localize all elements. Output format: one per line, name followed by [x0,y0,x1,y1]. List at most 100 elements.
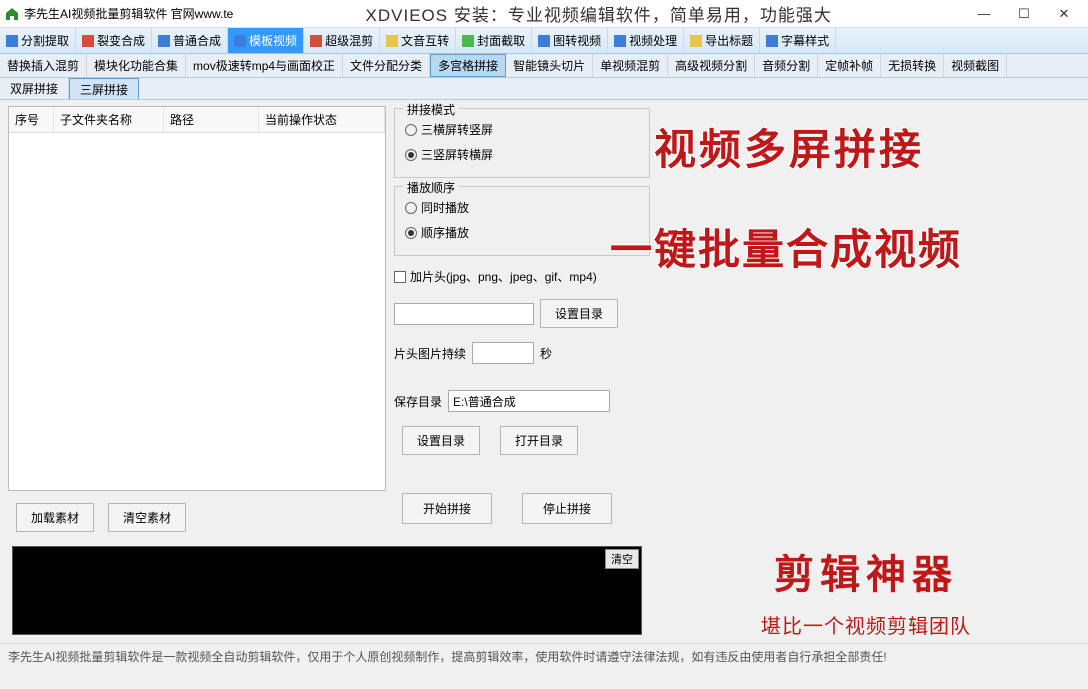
tb-label: 模板视频 [249,32,297,49]
col-status: 当前操作状态 [259,107,385,132]
left-pane: 序号 子文件夹名称 路径 当前操作状态 加载素材 清空素材 [8,106,386,538]
tb-text-audio[interactable]: 文音互转 [380,28,456,53]
tb2-multi-grid[interactable]: 多宫格拼接 [430,54,506,77]
header-dir-input[interactable] [394,303,534,325]
promo-line-3: 剪辑神器 [774,542,958,600]
tb-split-extract[interactable]: 分割提取 [0,28,76,53]
tb-export-title[interactable]: 导出标题 [684,28,760,53]
options-panel: 拼接模式 三横屏转竖屏 三竖屏转横屏 播放顺序 同时播放 顺序播放 加 [394,106,650,538]
tb2-smart-lens[interactable]: 智能镜头切片 [506,54,593,77]
secondary-toolbar: 替换插入混剪 模块化功能合集 mov极速转mp4与画面校正 文件分配分类 多宫格… [0,54,1088,78]
tb2-mov-mp4[interactable]: mov极速转mp4与画面校正 [186,54,343,77]
clear-material-button[interactable]: 清空素材 [108,503,186,532]
tb2-module-collection[interactable]: 模块化功能合集 [87,54,186,77]
tb2-screenshot[interactable]: 视频截图 [944,54,1007,77]
tb-label: 裂变合成 [97,32,145,49]
tb-label: 分割提取 [21,32,69,49]
tb-super-mix[interactable]: 超级混剪 [304,28,380,53]
close-button[interactable]: ✕ [1044,0,1084,28]
tb2-lossless[interactable]: 无损转换 [881,54,944,77]
image-icon [538,35,550,47]
tb2-audio-split[interactable]: 音频分割 [755,54,818,77]
main-toolbar: 分割提取 裂变合成 普通合成 模板视频 超级混剪 文音互转 封面截取 图转视频 … [0,28,1088,54]
text-icon [386,35,398,47]
radio-icon [405,124,417,136]
maximize-button[interactable]: ☐ [1004,0,1044,28]
app-icon [4,6,20,22]
start-stitch-button[interactable]: 开始拼接 [402,493,492,524]
tb-image-to-video[interactable]: 图转视频 [532,28,608,53]
duration-input[interactable] [472,342,534,364]
clear-log-button[interactable]: 清空 [605,549,639,569]
play-icon [158,35,170,47]
tb-cover-crop[interactable]: 封面截取 [456,28,532,53]
group-title: 播放顺序 [403,179,459,196]
tb-label: 普通合成 [173,32,221,49]
tb2-file-sort[interactable]: 文件分配分类 [343,54,430,77]
tb-video-process[interactable]: 视频处理 [608,28,684,53]
set-header-dir-button[interactable]: 设置目录 [540,299,618,328]
tb2-label: 文件分配分类 [350,57,422,74]
tb-fission-compose[interactable]: 裂变合成 [76,28,152,53]
promo-box: 剪辑神器 堪比一个视频剪辑团队 [656,546,1076,635]
export-icon [690,35,702,47]
save-dir-input[interactable] [448,390,610,412]
tb2-advanced-split[interactable]: 高级视频分割 [668,54,755,77]
radio-label: 三横屏转竖屏 [421,121,493,138]
seconds-label: 秒 [540,345,552,362]
fission-icon [82,35,94,47]
promo-line-1: 视频多屏拼接 [654,116,924,177]
tab-three-screen[interactable]: 三屏拼接 [69,78,139,99]
tb2-label: 智能镜头切片 [513,57,585,74]
play-opt-sequential[interactable]: 顺序播放 [405,220,639,245]
set-save-dir-button[interactable]: 设置目录 [402,426,480,455]
process-icon [614,35,626,47]
save-dir-buttons: 设置目录 打开目录 [394,426,650,455]
subtitle-icon [766,35,778,47]
open-save-dir-button[interactable]: 打开目录 [500,426,578,455]
log-console[interactable]: 清空 [12,546,642,635]
tb2-label: 高级视频分割 [675,57,747,74]
sub-tab-label: 双屏拼接 [10,80,58,97]
tb-label: 文音互转 [401,32,449,49]
tb2-label: 替换插入混剪 [7,57,79,74]
app-title: 李先生AI视频批量剪辑软件 官网www.te [24,5,233,22]
tb2-label: mov极速转mp4与画面校正 [193,57,335,74]
radio-label: 同时播放 [421,199,469,216]
tb2-single-mix[interactable]: 单视频混剪 [593,54,668,77]
promo-line-2: 一键批量合成视频 [610,216,962,277]
group-title: 拼接模式 [403,101,459,118]
checkbox-label: 加片头(jpg、png、jpeg、gif、mp4) [410,268,597,285]
header-dir-row: 设置目录 [394,299,650,328]
play-opt-same-time[interactable]: 同时播放 [405,195,639,220]
tb2-replace-insert[interactable]: 替换插入混剪 [0,54,87,77]
table-header: 序号 子文件夹名称 路径 当前操作状态 [9,107,385,133]
stitch-mode-group: 拼接模式 三横屏转竖屏 三竖屏转横屏 [394,108,650,178]
tb-label: 视频处理 [629,32,677,49]
tb-subtitle-style[interactable]: 字幕样式 [760,28,836,53]
tab-two-screen[interactable]: 双屏拼接 [0,78,69,99]
bottom-area: 清空 剪辑神器 堪比一个视频剪辑团队 [0,538,1088,643]
load-material-button[interactable]: 加载素材 [16,503,94,532]
radio-icon [405,202,417,214]
col-folder-name: 子文件夹名称 [54,107,164,132]
material-table[interactable]: 序号 子文件夹名称 路径 当前操作状态 [8,106,386,491]
tb-template-video[interactable]: 模板视频 [228,28,304,53]
template-icon [234,35,246,47]
sub-tab-label: 三屏拼接 [80,81,128,98]
mode-opt-h2v[interactable]: 三横屏转竖屏 [405,117,639,142]
save-dir-label: 保存目录 [394,393,442,410]
col-path: 路径 [164,107,259,132]
minimize-button[interactable]: — [964,0,1004,28]
stop-stitch-button[interactable]: 停止拼接 [522,493,612,524]
overlay-headline: XDVIEOS 安装：专业视频编辑软件，简单易用，功能强大 [233,1,964,26]
tb2-label: 定帧补帧 [825,57,873,74]
tb-normal-compose[interactable]: 普通合成 [152,28,228,53]
tb-label: 字幕样式 [781,32,829,49]
mix-icon [310,35,322,47]
tb-label: 图转视频 [553,32,601,49]
checkbox-icon [394,271,406,283]
cover-icon [462,35,474,47]
tb2-frame-fill[interactable]: 定帧补帧 [818,54,881,77]
mode-opt-v2h[interactable]: 三竖屏转横屏 [405,142,639,167]
